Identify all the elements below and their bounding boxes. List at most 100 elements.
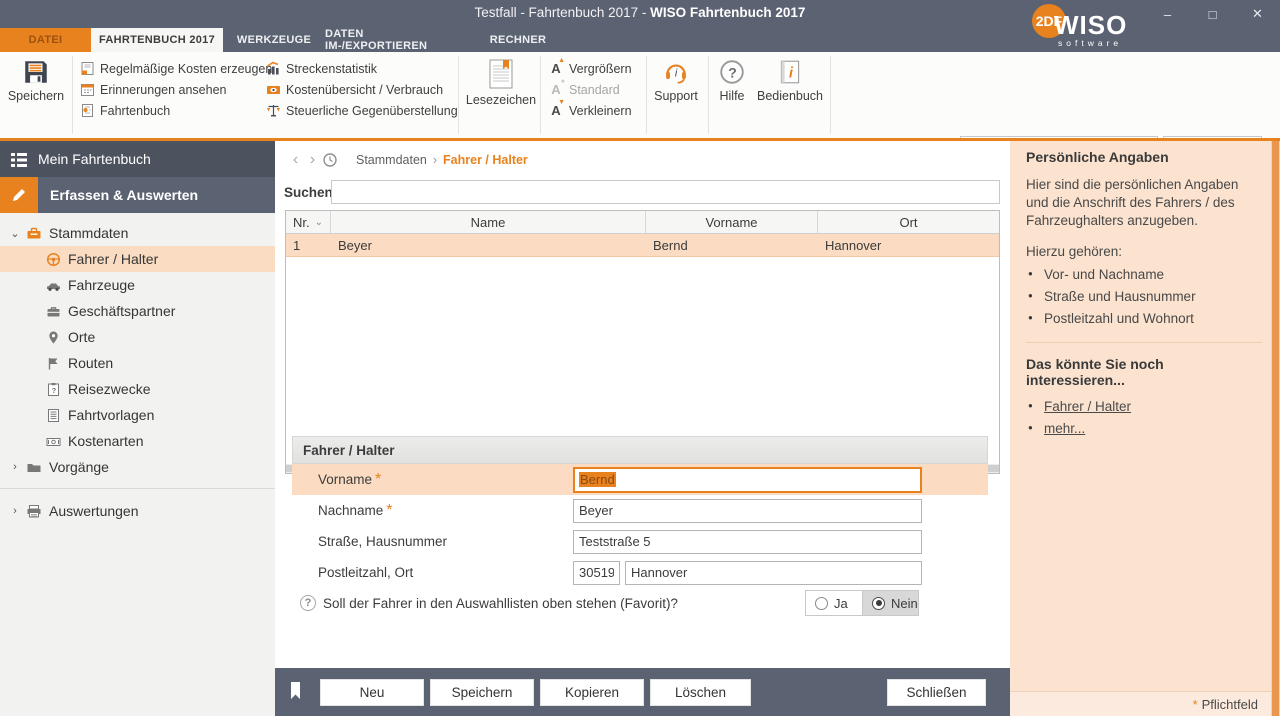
favorit-option-nein[interactable]: Nein: [862, 590, 919, 616]
ribbon-item-lesezeichen[interactable]: Lesezeichen: [464, 56, 538, 107]
help-paragraph: Hier sind die persönlichen Angaben und d…: [1026, 177, 1239, 228]
ort-field[interactable]: [625, 560, 922, 585]
nav-back-icon[interactable]: ‹: [287, 151, 304, 169]
sidebar-header-erfassen-auswerten[interactable]: Erfassen & Auswerten: [0, 177, 275, 213]
help-divider: [1026, 342, 1262, 344]
app-window: Testfall - Fahrtenbuch 2017 - WISO Fahrt…: [0, 0, 1280, 716]
list-search-label: Suchen: [284, 184, 333, 200]
route-flag-icon: [46, 355, 61, 372]
banknote-icon: [46, 433, 61, 450]
form-row-plz-ort: Postleitzahl, Ort: [292, 557, 988, 588]
font-increase-icon: A ▲: [551, 57, 565, 76]
car-icon: [46, 277, 61, 294]
radio-off-icon: [815, 596, 828, 610]
briefcase-icon: [46, 303, 61, 320]
logo-subtitle: software: [1058, 38, 1123, 48]
tab-werkzeuge[interactable]: WERKZEUGE: [223, 28, 325, 52]
strasse-field[interactable]: [573, 529, 922, 554]
ribbon-item-support[interactable]: i Support: [650, 56, 702, 103]
calendar-icon: [80, 82, 95, 97]
favorit-option-ja[interactable]: Ja: [805, 590, 862, 616]
help-link-fahrer-halter[interactable]: Fahrer / Halter: [1044, 399, 1131, 414]
sidebar: Mein Fahrtenbuch Erfassen & Auswerten ⌄ …: [0, 141, 275, 716]
form-row-favorit: ? Soll der Fahrer in den Auswahllisten o…: [292, 588, 988, 618]
chevron-right-icon[interactable]: ›: [8, 461, 22, 473]
help-scrollbar[interactable]: [1271, 141, 1280, 716]
help-interest-title: Das könnte Sie noch interessieren...: [1026, 356, 1164, 389]
nachname-field[interactable]: [573, 498, 922, 523]
column-header-nr[interactable]: Nr. ⌄: [286, 211, 331, 233]
help-panel: Persönliche Angaben Hier sind die persön…: [1010, 141, 1280, 716]
sidebar-header-mein-fahrtenbuch[interactable]: Mein Fahrtenbuch: [0, 141, 275, 177]
ribbon-item-steuerliche-gegenueberstellung[interactable]: Steuerliche Gegenüberstellung: [266, 100, 458, 121]
close-button[interactable]: ✕: [1235, 0, 1280, 28]
speichern-button[interactable]: Speichern: [430, 679, 534, 706]
folder-icon: [26, 459, 42, 476]
neu-button[interactable]: Neu: [320, 679, 424, 706]
tab-fahrtenbuch-2017[interactable]: FAHRTENBUCH 2017: [91, 28, 223, 52]
ribbon-item-fahrtenbuch[interactable]: Fahrtenbuch: [80, 100, 170, 121]
ribbon-item-erinnerungen[interactable]: Erinnerungen ansehen: [80, 79, 227, 100]
question-circle-icon: ?: [300, 595, 316, 611]
help-link-mehr[interactable]: mehr...: [1044, 421, 1085, 436]
main-content: ‹ › Stammdaten › Fahrer / Halter Suchen …: [275, 141, 1010, 716]
sidebar-item-stammdaten[interactable]: ⌄ Stammdaten: [0, 220, 275, 246]
ribbon-item-verkleinern[interactable]: A ▼ Verkleinern: [548, 99, 631, 121]
records-table: Nr. ⌄ Name Vorname Ort 1 Beyer Bernd Hann…: [285, 210, 1000, 474]
loeschen-button[interactable]: Löschen: [650, 679, 751, 706]
help-circle-icon: ?: [712, 58, 752, 86]
kopieren-button[interactable]: Kopieren: [540, 679, 644, 706]
ribbon-item-regelmaessige-kosten[interactable]: Regelmäßige Kosten erzeugen: [80, 58, 272, 79]
recurring-costs-icon: [80, 61, 95, 76]
sidebar-item-reisezwecke[interactable]: ? Reisezwecke: [0, 376, 275, 402]
sidebar-item-fahrzeuge[interactable]: Fahrzeuge: [0, 272, 275, 298]
chevron-right-icon[interactable]: ›: [8, 505, 22, 517]
form-row-vorname: Vorname * Bernd: [292, 464, 988, 495]
tab-daten-im-exportieren[interactable]: DATEN IM-/EXPORTIEREN: [325, 28, 466, 52]
ribbon-item-streckenstatistik[interactable]: Streckenstatistik: [266, 58, 377, 79]
favorit-toggle: Ja Nein: [805, 590, 919, 616]
vorname-field[interactable]: Bernd: [573, 466, 922, 493]
chevron-down-icon[interactable]: ⌄: [8, 227, 22, 240]
sidebar-item-kostenarten[interactable]: Kostenarten: [0, 428, 275, 454]
sidebar-item-geschaeftspartner[interactable]: Geschäftspartner: [0, 298, 275, 324]
ribbon-item-standard[interactable]: A ● Standard: [548, 78, 619, 100]
sidebar-item-vorgaenge[interactable]: › Vorgänge: [0, 454, 275, 480]
help-subtitle: Hierzu gehören:: [1026, 244, 1123, 260]
table-row[interactable]: 1 Beyer Bernd Hannover: [286, 234, 999, 257]
breadcrumb-parent[interactable]: Stammdaten: [356, 153, 427, 167]
sidebar-item-orte[interactable]: Orte: [0, 324, 275, 350]
ribbon-item-hilfe[interactable]: ? Hilfe: [712, 56, 752, 103]
manual-book-icon: i: [754, 58, 826, 86]
breadcrumb-current: Fahrer / Halter: [443, 153, 528, 167]
sidebar-item-fahrtvorlagen[interactable]: Fahrtvorlagen: [0, 402, 275, 428]
sidebar-tree: ⌄ Stammdaten Fahrer / Halter Fahrzeuge G…: [0, 220, 275, 524]
help-title: Persönliche Angaben: [1026, 149, 1169, 165]
detail-form: Fahrer / Halter Vorname * Bernd Nachname *…: [292, 436, 988, 618]
history-clock-icon[interactable]: [321, 151, 338, 169]
tab-datei[interactable]: DATEI: [0, 28, 91, 52]
save-button[interactable]: Speichern: [6, 56, 66, 103]
list-search-input[interactable]: [331, 180, 1000, 204]
ribbon-item-bedienbuch[interactable]: i Bedienbuch: [754, 56, 826, 103]
font-standard-icon: A ●: [551, 78, 565, 97]
breadcrumb-separator: ›: [432, 153, 438, 167]
sidebar-item-auswertungen[interactable]: › Auswertungen: [0, 498, 275, 524]
column-header-name[interactable]: Name: [331, 211, 646, 233]
nav-forward-icon[interactable]: ›: [304, 151, 321, 169]
column-header-vorname[interactable]: Vorname: [646, 211, 818, 233]
maximize-button[interactable]: □: [1190, 0, 1235, 28]
ribbon-item-kostenuebersicht[interactable]: Kostenübersicht / Verbrauch: [266, 79, 443, 100]
sidebar-item-fahrer-halter[interactable]: Fahrer / Halter: [0, 246, 275, 272]
schliessen-button[interactable]: Schließen: [887, 679, 986, 706]
logbook-icon: [80, 103, 95, 118]
map-pin-icon: [46, 329, 61, 346]
tab-rechner[interactable]: RECHNER: [466, 28, 570, 52]
plz-field[interactable]: [573, 560, 620, 585]
column-header-ort[interactable]: Ort: [818, 211, 999, 233]
bookmark-icon[interactable]: [289, 681, 302, 701]
ribbon-item-vergroessern[interactable]: A ▲ Vergrößern: [548, 57, 631, 79]
cost-overview-icon: [266, 82, 281, 97]
sidebar-item-routen[interactable]: Routen: [0, 350, 275, 376]
radio-on-icon: [872, 596, 885, 610]
